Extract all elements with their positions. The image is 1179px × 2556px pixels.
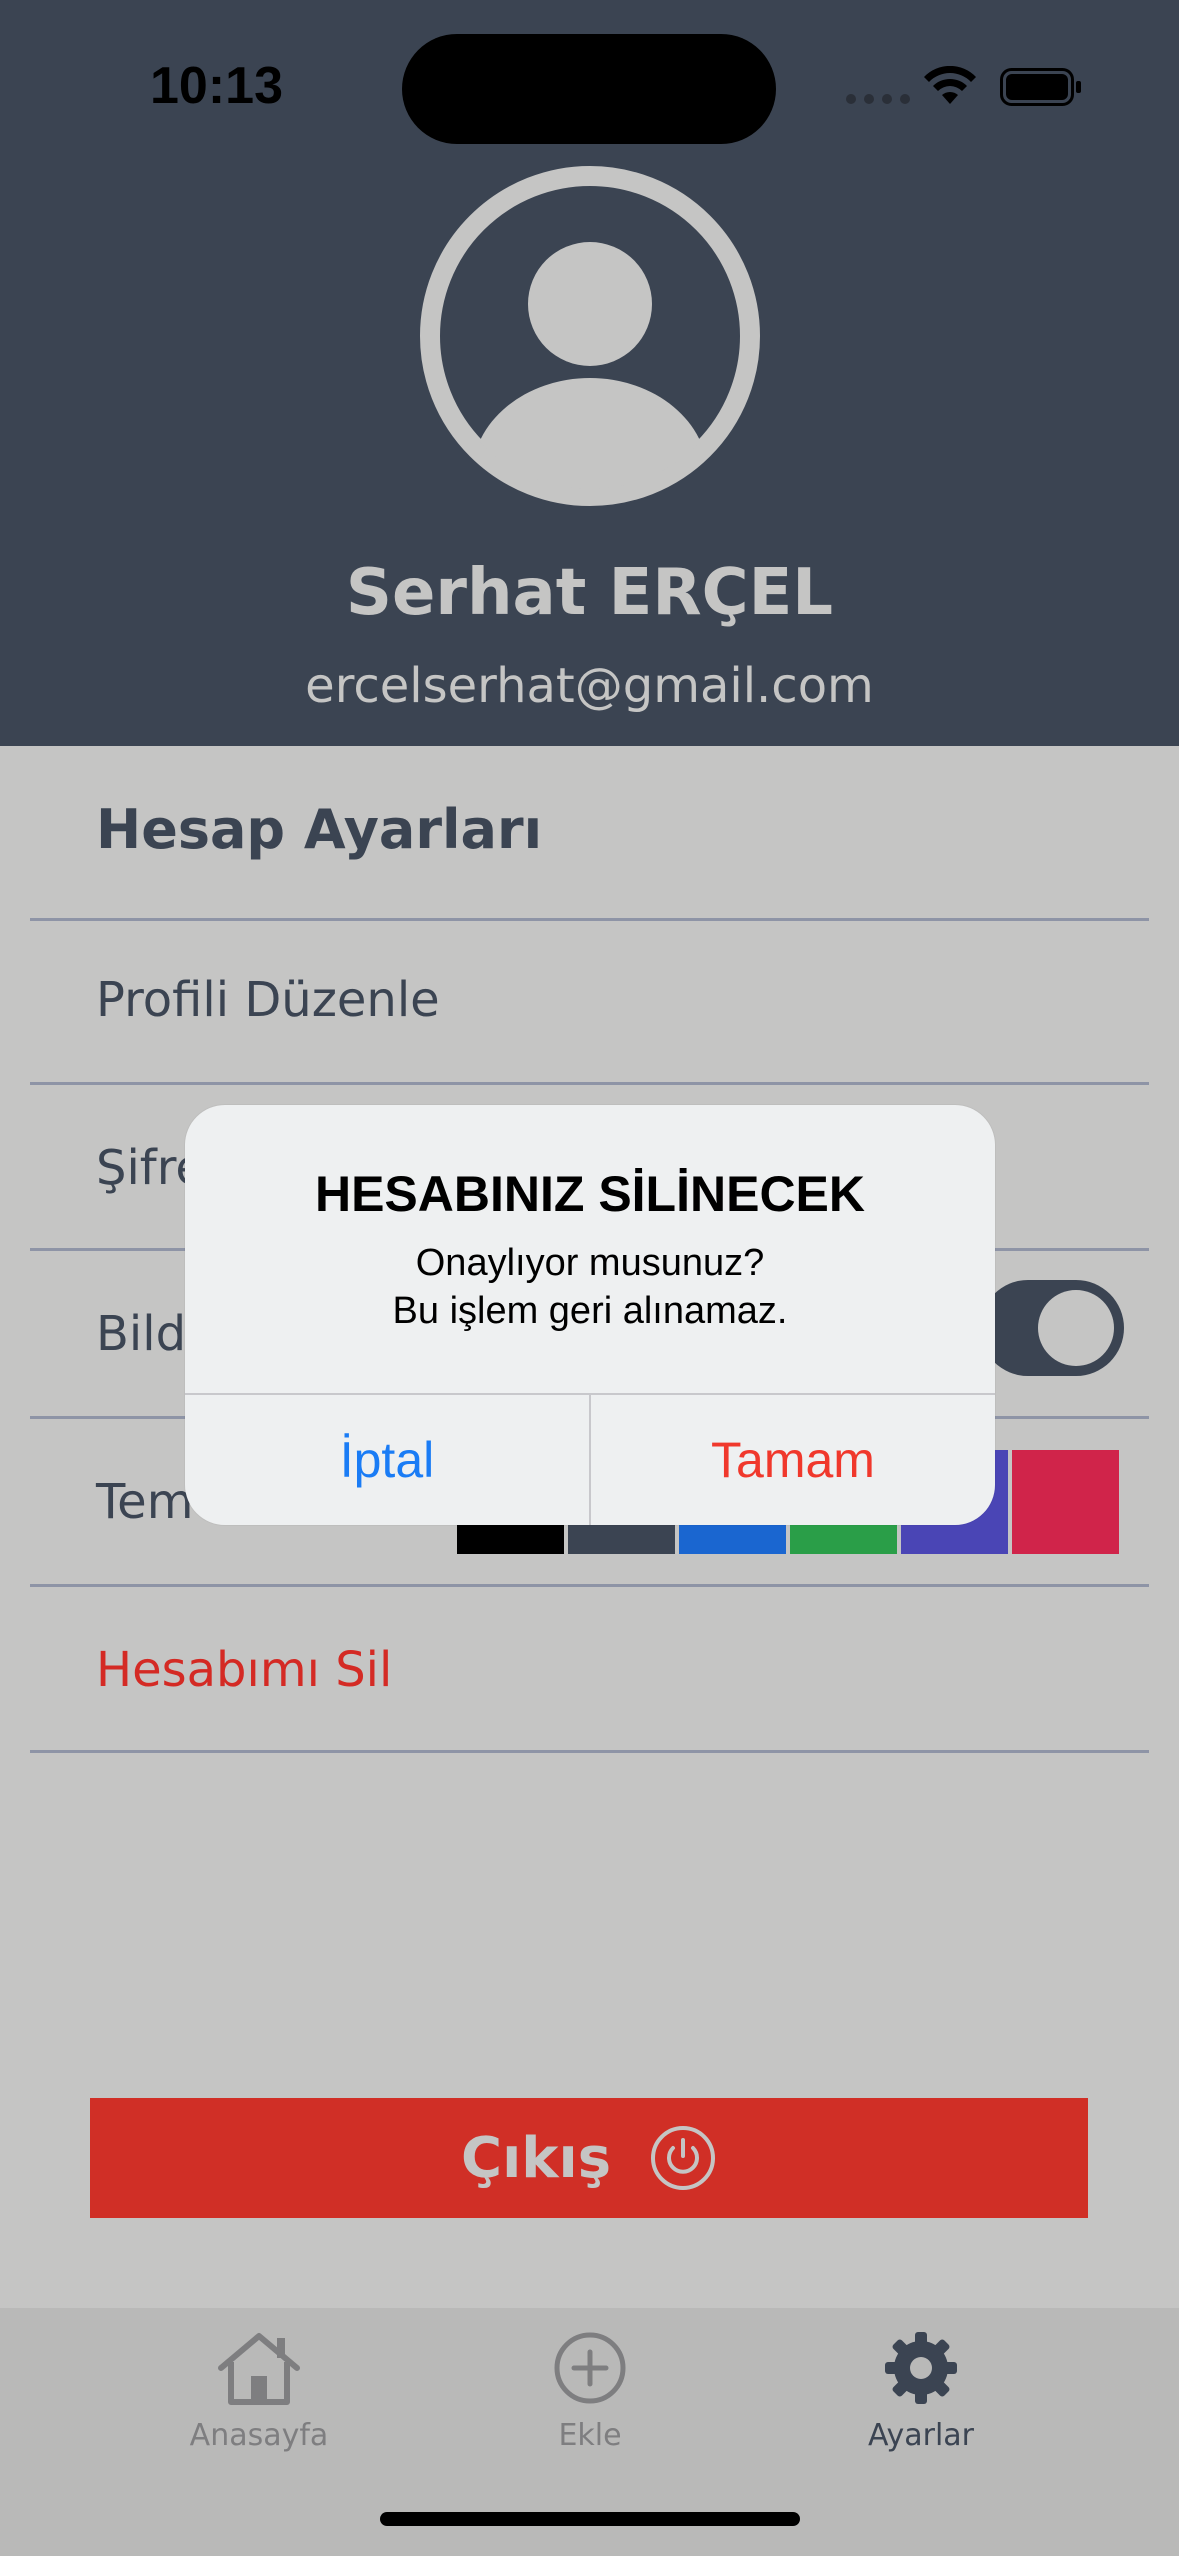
- divider: [30, 1584, 1149, 1587]
- gear-icon: [885, 2332, 957, 2404]
- user-name: Serhat ERÇEL: [345, 556, 834, 630]
- settings-row-theme: Tem: [96, 1474, 194, 1530]
- home-indicator: [380, 2512, 800, 2526]
- user-email: ercelserhat@gmail.com: [305, 658, 874, 714]
- tab-add[interactable]: Ekle: [470, 2330, 710, 2453]
- toggle-knob: [1038, 1290, 1114, 1366]
- logout-button[interactable]: Çıkış: [90, 2098, 1088, 2218]
- battery-icon: [1000, 68, 1081, 106]
- wifi-icon: [924, 66, 976, 104]
- status-time: 10:13: [150, 57, 283, 115]
- theme-swatch[interactable]: [1012, 1450, 1119, 1554]
- divider: [30, 1082, 1149, 1085]
- home-icon: [218, 2333, 300, 2405]
- profile-header: 10:13 Serhat ERÇEL ercelserhat@gmail.com: [0, 0, 1179, 746]
- alert-message: Onaylıyor musunuz? Bu işlem geri alınama…: [392, 1242, 788, 1332]
- add-circle-icon: [554, 2332, 626, 2404]
- settings-row-delete-account[interactable]: Hesabımı Sil: [96, 1642, 392, 1698]
- logout-label: Çıkış: [460, 2125, 612, 2191]
- tab-settings[interactable]: Ayarlar: [801, 2330, 1041, 2453]
- section-title: Hesap Ayarları: [96, 798, 543, 861]
- tab-home-label: Anasayfa: [189, 2418, 329, 2453]
- tab-settings-label: Ayarlar: [867, 2418, 974, 2453]
- tab-home[interactable]: Anasayfa: [139, 2330, 379, 2453]
- avatar-icon[interactable]: [420, 166, 760, 506]
- dynamic-island: [402, 34, 776, 144]
- cellular-signal-icon: [846, 94, 910, 104]
- alert-confirm-button[interactable]: Tamam: [591, 1395, 995, 1525]
- divider: [30, 918, 1149, 921]
- settings-row-notifications: Bild: [96, 1306, 187, 1362]
- tab-add-label: Ekle: [558, 2418, 622, 2453]
- settings-row-edit-profile[interactable]: Profili Düzenle: [96, 972, 440, 1028]
- divider: [30, 1750, 1149, 1753]
- alert-title: HESABINIZ SİLİNECEK: [314, 1166, 866, 1222]
- delete-account-alert: HESABINIZ SİLİNECEK Onaylıyor musunuz? B…: [185, 1105, 995, 1525]
- power-icon: [651, 2126, 716, 2190]
- alert-cancel-button[interactable]: İptal: [185, 1395, 589, 1525]
- notifications-toggle[interactable]: [980, 1280, 1124, 1376]
